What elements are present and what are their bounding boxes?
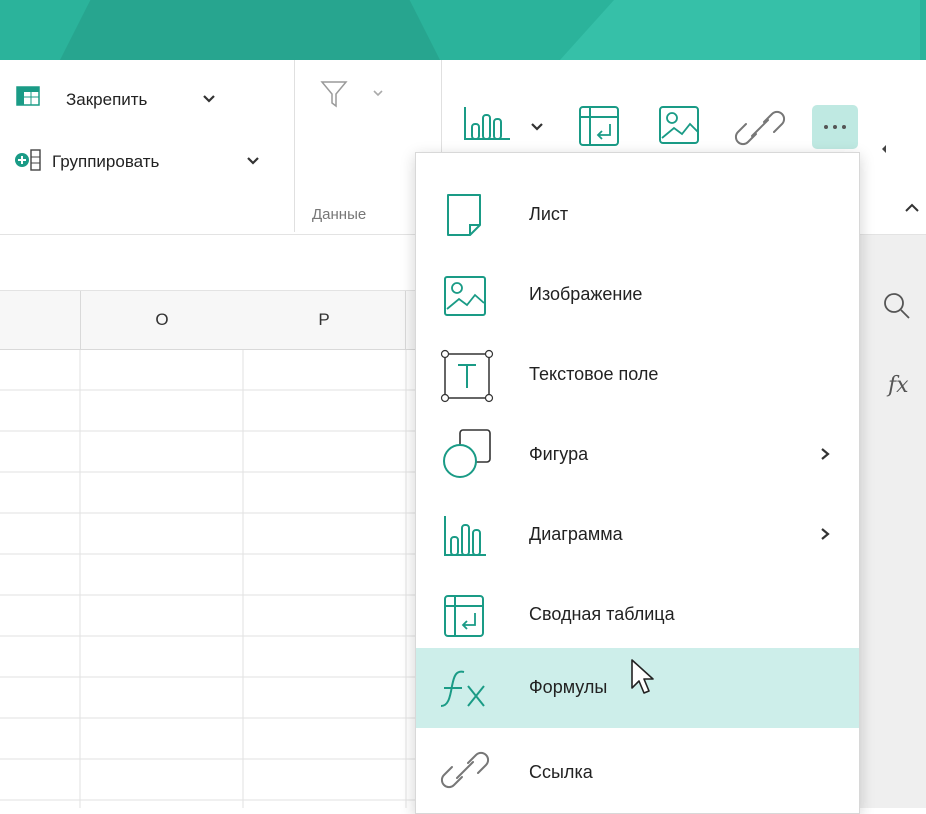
search-icon[interactable]	[882, 291, 912, 321]
link-icon	[440, 751, 490, 789]
link-icon	[734, 110, 786, 146]
column-header-o[interactable]: O	[80, 291, 244, 350]
data-group-label: Данные	[312, 206, 367, 223]
pivot-table-icon	[444, 595, 484, 637]
ribbon-divider	[294, 60, 295, 232]
cell-grid[interactable]	[0, 350, 420, 808]
image-icon	[444, 276, 486, 316]
menu-item-pivot-table[interactable]: Сводная таблица	[416, 575, 859, 655]
more-dots-icon	[824, 125, 846, 129]
chevron-down-icon	[247, 157, 259, 165]
menu-item-shape[interactable]: Фигура	[416, 415, 859, 495]
mouse-cursor-icon	[631, 659, 654, 694]
menu-item-image[interactable]: Изображение	[416, 255, 859, 335]
menu-item-link[interactable]: Ссылка	[416, 733, 859, 813]
insert-image-button[interactable]	[656, 104, 704, 148]
group-rows-icon	[15, 149, 41, 171]
chevron-right-icon	[821, 448, 830, 460]
freeze-label: Закрепить	[66, 90, 148, 109]
filter-button[interactable]	[300, 75, 400, 117]
menu-item-sheet[interactable]: Лист	[416, 175, 859, 255]
menu-item-label: Изображение	[529, 284, 643, 304]
menu-item-label: Текстовое поле	[529, 364, 659, 384]
group-button[interactable]: Группировать	[12, 142, 262, 182]
sheet-icon	[447, 194, 481, 236]
freeze-button[interactable]: Закрепить	[12, 82, 232, 122]
shape-icon	[443, 429, 491, 478]
chevron-down-icon	[531, 123, 543, 131]
menu-item-label: Сводная таблица	[529, 604, 675, 624]
menu-item-chart[interactable]: Диаграмма	[416, 495, 859, 575]
chevron-down-icon	[373, 90, 383, 97]
side-panel: fx	[860, 235, 926, 808]
menu-item-label: Формулы	[529, 677, 608, 697]
group-label: Группировать	[52, 152, 160, 171]
chart-icon	[464, 107, 510, 140]
insert-link-button[interactable]	[734, 104, 786, 152]
menu-item-label: Фигура	[529, 444, 589, 464]
title-banner	[0, 0, 926, 60]
filter-icon	[320, 81, 348, 108]
menu-item-label: Ссылка	[529, 762, 593, 782]
formula-icon[interactable]: fx	[888, 373, 909, 398]
menu-item-label: Диаграмма	[529, 524, 623, 544]
chart-icon	[444, 516, 486, 556]
column-label: P	[318, 310, 330, 329]
insert-menu: Лист Изображение Текстовое поле Фигура Д…	[415, 152, 860, 814]
collapse-ribbon-icon[interactable]	[904, 202, 920, 214]
chevron-right-icon	[821, 528, 830, 540]
scroll-left-icon[interactable]	[880, 144, 888, 154]
formula-icon	[440, 670, 485, 707]
menu-item-label: Лист	[529, 204, 569, 224]
freeze-panes-icon	[16, 86, 40, 106]
column-header-p[interactable]: P	[243, 291, 406, 350]
image-icon	[659, 106, 699, 144]
chevron-down-icon	[203, 95, 215, 103]
insert-chart-button[interactable]	[460, 100, 550, 146]
more-options-button[interactable]	[812, 105, 858, 149]
text-box-icon	[440, 349, 494, 403]
menu-item-text-box[interactable]: Текстовое поле	[416, 335, 859, 415]
insert-pivot-table-button[interactable]	[576, 104, 624, 150]
column-label: O	[155, 310, 169, 329]
pivot-table-icon	[579, 106, 619, 146]
